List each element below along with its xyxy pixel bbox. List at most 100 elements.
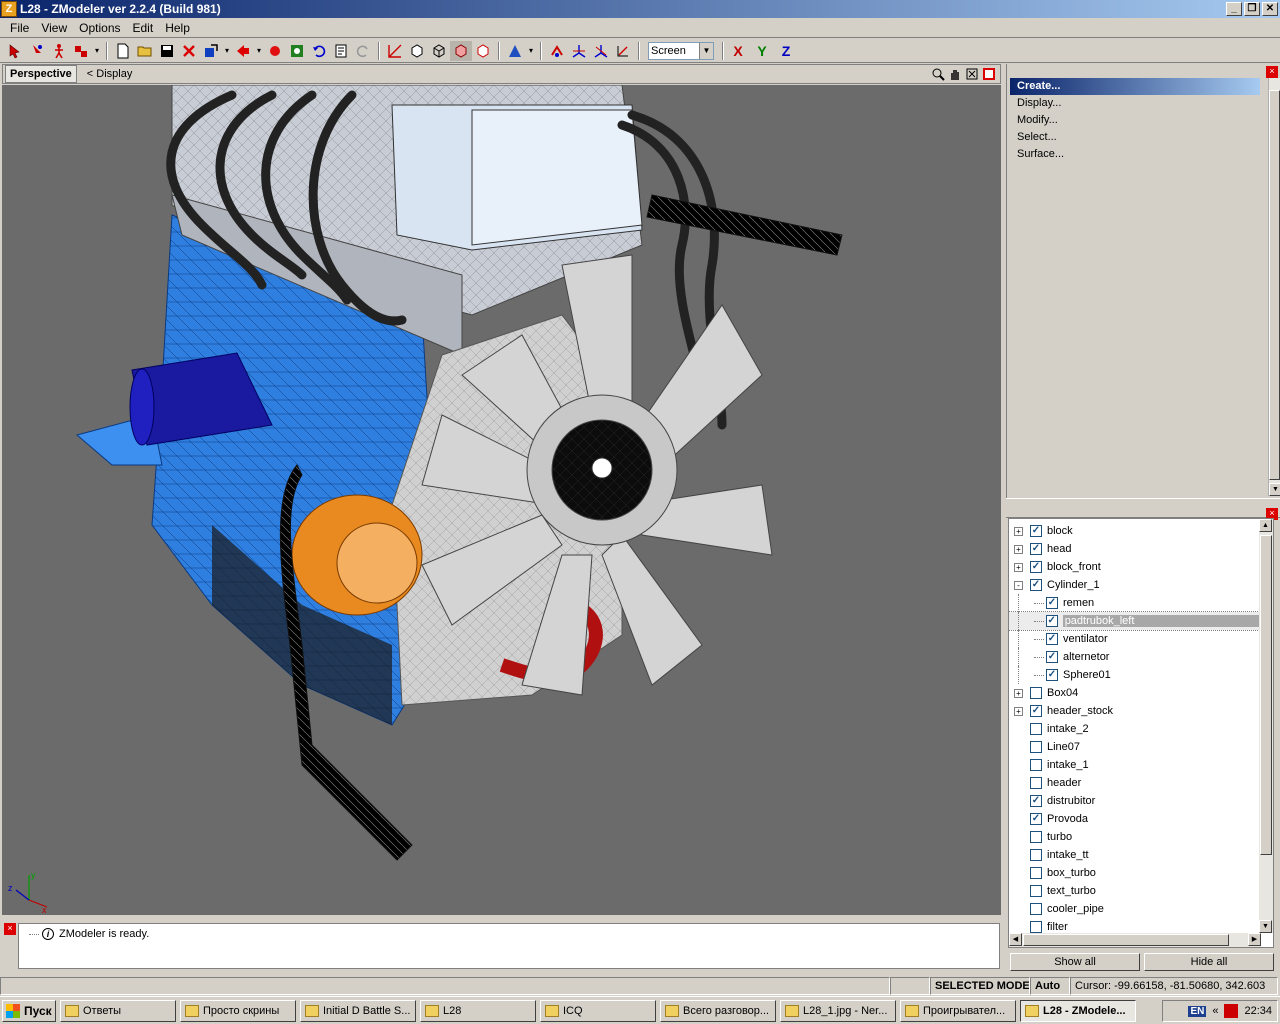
visibility-checkbox[interactable]: ✓ [1030, 525, 1042, 537]
delete-icon[interactable] [178, 41, 200, 61]
taskbar-button[interactable]: Всего разговор... [660, 999, 776, 1022]
group-select-icon[interactable] [70, 41, 92, 61]
command-modify[interactable]: Modify... [1010, 112, 1260, 129]
status-auto[interactable]: Auto [1030, 977, 1070, 995]
tree-item[interactable]: cooler_pipe [1009, 900, 1261, 918]
walk-icon[interactable] [48, 41, 70, 61]
tree-item[interactable]: ✓ ventilator [1009, 630, 1261, 648]
visibility-checkbox[interactable] [1030, 849, 1042, 861]
redo-icon[interactable] [352, 41, 374, 61]
undo-icon[interactable] [308, 41, 330, 61]
new-file-icon[interactable] [112, 41, 134, 61]
expand-icon[interactable]: + [1014, 706, 1023, 716]
menu-view[interactable]: View [35, 21, 73, 35]
tray-expand-icon[interactable]: « [1212, 1005, 1218, 1017]
tree-item[interactable]: ✓ alternetor [1009, 648, 1261, 666]
command-display[interactable]: Display... [1010, 95, 1260, 112]
select-vertex-icon[interactable] [26, 41, 48, 61]
tree-item[interactable]: + ✓ head [1009, 540, 1261, 558]
box-primitive-icon[interactable] [406, 41, 428, 61]
tree-item[interactable]: ✓ remen [1009, 594, 1261, 612]
properties-icon[interactable] [330, 41, 352, 61]
maximize-viewport-icon[interactable] [982, 67, 996, 81]
minimize-button[interactable]: _ [1226, 2, 1242, 16]
tree-item[interactable]: box_turbo [1009, 864, 1261, 882]
dropdown-arrow-icon[interactable]: ▾ [526, 41, 536, 61]
engine-model-render[interactable]: y x z [2, 85, 1001, 915]
close-icon[interactable]: × [1266, 66, 1278, 78]
cube-red-icon[interactable] [472, 41, 494, 61]
visibility-checkbox[interactable]: ✓ [1030, 705, 1042, 717]
zmodeler-app-icon[interactable]: Z [1, 1, 17, 17]
visibility-checkbox[interactable]: ✓ [1046, 651, 1058, 663]
perspective-viewport[interactable]: y x z [2, 85, 1001, 915]
tree-item[interactable]: header [1009, 774, 1261, 792]
taskbar-button[interactable]: Ответы [60, 999, 176, 1022]
taskbar-button[interactable]: L28 [420, 999, 536, 1022]
visibility-checkbox[interactable]: ✓ [1046, 597, 1058, 609]
open-folder-icon[interactable] [134, 41, 156, 61]
tree-item[interactable]: + ✓ header_stock [1009, 702, 1261, 720]
cube-solid-icon[interactable] [450, 40, 472, 61]
visibility-checkbox[interactable]: ✓ [1030, 795, 1042, 807]
visibility-checkbox[interactable] [1030, 885, 1042, 897]
expand-icon[interactable]: + [1014, 544, 1023, 554]
chevron-down-icon[interactable]: ▼ [699, 42, 713, 59]
visibility-checkbox[interactable]: ✓ [1030, 543, 1042, 555]
scroll-left-icon[interactable]: ◀ [1009, 933, 1022, 946]
start-button[interactable]: Пуск [2, 999, 56, 1022]
axis-tool-3-icon[interactable] [612, 41, 634, 61]
record-icon[interactable] [264, 41, 286, 61]
tree-item[interactable]: intake_tt [1009, 846, 1261, 864]
hide-all-button[interactable]: Hide all [1144, 953, 1274, 971]
collapse-icon[interactable]: - [1014, 580, 1023, 590]
visibility-checkbox[interactable] [1030, 777, 1042, 789]
visibility-checkbox[interactable]: ✓ [1030, 813, 1042, 825]
visibility-checkbox[interactable] [1030, 759, 1042, 771]
tree-item[interactable]: ✓ Provoda [1009, 810, 1261, 828]
tree-item[interactable]: text_turbo [1009, 882, 1261, 900]
pan-hand-icon[interactable] [948, 67, 962, 81]
taskbar-button[interactable]: Просто скрины [180, 999, 296, 1022]
expand-icon[interactable]: + [1014, 526, 1023, 536]
scrollbar-thumb[interactable] [1269, 90, 1280, 480]
zoom-icon[interactable] [931, 67, 945, 81]
dropdown-arrow-icon[interactable]: ▾ [92, 41, 102, 61]
expand-icon[interactable]: + [1014, 688, 1023, 698]
tree-item[interactable]: intake_2 [1009, 720, 1261, 738]
tree-item[interactable]: intake_1 [1009, 756, 1261, 774]
close-button[interactable]: ✕ [1262, 2, 1278, 16]
scroll-down-icon[interactable]: ▼ [1259, 920, 1272, 933]
visibility-checkbox[interactable] [1030, 903, 1042, 915]
tree-item[interactable]: turbo [1009, 828, 1261, 846]
tree-item[interactable]: ✓ padtrubok_left [1009, 611, 1261, 631]
visibility-checkbox[interactable] [1030, 867, 1042, 879]
restore-button[interactable]: ❐ [1244, 2, 1260, 16]
visibility-checkbox[interactable]: ✓ [1046, 669, 1058, 681]
axis-x-button[interactable]: X [728, 41, 748, 61]
visibility-checkbox[interactable]: ✓ [1030, 561, 1042, 573]
expand-icon[interactable]: + [1014, 562, 1023, 572]
language-indicator[interactable]: EN [1188, 1005, 1207, 1017]
command-select[interactable]: Select... [1010, 129, 1260, 146]
visibility-checkbox[interactable] [1030, 921, 1042, 933]
dropdown-arrow-icon[interactable]: ▾ [222, 41, 232, 61]
command-create[interactable]: Create... [1010, 78, 1260, 95]
fit-view-icon[interactable] [965, 67, 979, 81]
scroll-right-icon[interactable]: ▶ [1248, 933, 1261, 946]
tree-item[interactable]: + ✓ block [1009, 522, 1261, 540]
snap-icon[interactable] [546, 41, 568, 61]
taskbar-button[interactable]: ICQ [540, 999, 656, 1022]
axis-z-button[interactable]: Z [776, 41, 796, 61]
coordinate-system-select[interactable]: Screen ▼ [648, 41, 714, 60]
menu-file[interactable]: File [4, 21, 35, 35]
axis-tool-icon[interactable] [568, 41, 590, 61]
viewport-mode-tab[interactable]: Perspective [5, 65, 77, 83]
taskbar-button[interactable]: L28 - ZModele... [1020, 999, 1136, 1022]
visibility-checkbox[interactable]: ✓ [1030, 579, 1042, 591]
tree-item[interactable]: ✓ Sphere01 [1009, 666, 1261, 684]
tree-item[interactable]: + Box04 [1009, 684, 1261, 702]
export-icon[interactable] [232, 41, 254, 61]
show-all-button[interactable]: Show all [1010, 953, 1140, 971]
scroll-up-icon[interactable]: ▲ [1259, 519, 1272, 532]
